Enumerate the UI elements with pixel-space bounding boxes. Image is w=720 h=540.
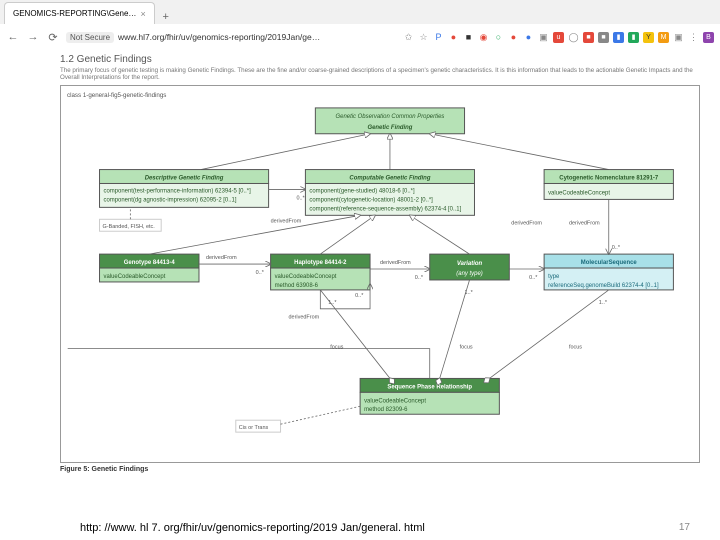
lbl-os-2: 1..* xyxy=(465,290,474,296)
footer-url: http: //www. hl 7. org/fhir/uv/genomics-… xyxy=(80,522,425,534)
lbl-zs-2: 0..* xyxy=(612,245,621,251)
seqphase-l1: valueCodeableConcept xyxy=(364,398,426,404)
url-text: www.hl7.org/fhir/uv/genomics-reporting/2… xyxy=(118,32,320,42)
haplotype-l2: method 63908-6 xyxy=(275,283,319,289)
ext-icon-8[interactable]: u xyxy=(553,32,564,43)
ext-icon-6[interactable]: ● xyxy=(523,32,534,43)
back-button[interactable]: ← xyxy=(6,30,20,44)
page-number: 17 xyxy=(679,522,690,534)
seqphase-title: Sequence Phase Relationship xyxy=(387,384,472,390)
computable-l3: component(reference-sequence-assembly) 6… xyxy=(309,206,461,212)
section-title: 1.2 Genetic Findings xyxy=(60,54,700,65)
root-head1: Genetic Observation Common Properties xyxy=(336,114,445,120)
haplotype-title: Haplotype 84414-2 xyxy=(294,260,347,266)
ext-p-icon[interactable]: P xyxy=(433,32,444,43)
ext-icon-3[interactable]: ◉ xyxy=(478,32,489,43)
lbl-zs-6: 0..* xyxy=(529,275,538,281)
computable-l1: component(gene-studied) 48018-6 [0..*] xyxy=(309,188,415,194)
ext-icon-7[interactable]: ▣ xyxy=(538,32,549,43)
ext-icon-16[interactable]: ▣ xyxy=(673,32,684,43)
variation-title: Variation xyxy=(457,261,483,267)
tab-title: GENOMICS-REPORTING\Gene… xyxy=(13,9,136,18)
ext-icon-1[interactable]: ● xyxy=(448,32,459,43)
group-label: class 1-general-fig5-genetic-findings xyxy=(67,92,166,99)
lbl-zs-3: 0..* xyxy=(256,270,265,276)
lbl-zs-4: 0..* xyxy=(355,293,364,299)
close-tab-icon[interactable]: × xyxy=(140,9,145,19)
molseq-title: MolecularSequence xyxy=(581,260,638,266)
descriptive-note: G-Banded, FISH, etc. xyxy=(103,224,156,230)
page-content: 1.2 Genetic Findings The primary focus o… xyxy=(0,50,720,473)
addr-icons: ✩ ☆ P ● ■ ◉ ○ ● ● ▣ u ◯ ■ ■ ▮ ▮ Y M ▣ ⋮ … xyxy=(403,32,714,43)
lbl-derivedFrom-3: derivedFrom xyxy=(206,255,237,261)
cytonomen-l1: valueCodeableConcept xyxy=(548,190,610,196)
computable-l2: component(cytogenetic-location) 48001-2 … xyxy=(309,197,433,203)
lbl-focus-1: focus xyxy=(330,344,343,350)
lbl-zs-5: 0..* xyxy=(415,275,424,281)
ext-icon-12[interactable]: ▮ xyxy=(613,32,624,43)
molseq-l2: referenceSeq.genomeBuild 62374-4 [0..1] xyxy=(548,283,659,289)
figure-caption: Figure 5: Genetic Findings xyxy=(60,466,700,473)
section-description: The primary focus of genetic testing is … xyxy=(60,67,700,82)
descriptive-l2: component(dg agnostic-impression) 62095-… xyxy=(104,197,237,203)
lbl-derivedFrom-4: derivedFrom xyxy=(288,315,319,321)
ext-icon-10[interactable]: ■ xyxy=(583,32,594,43)
lbl-os-1: 1..* xyxy=(328,300,337,306)
lbl-focus-3: focus xyxy=(569,344,582,350)
ext-icon-2[interactable]: ■ xyxy=(463,32,474,43)
ext-icon-9[interactable]: ◯ xyxy=(568,32,579,43)
browser-tab[interactable]: GENOMICS-REPORTING\Gene… × xyxy=(4,2,155,24)
ext-icon-11[interactable]: ■ xyxy=(598,32,609,43)
seqphase-note: Cis or Trans xyxy=(239,425,269,431)
lbl-os-3: 1..* xyxy=(599,300,608,306)
computable-title: Computable Genetic Finding xyxy=(349,175,430,181)
tab-bar: GENOMICS-REPORTING\Gene… × + xyxy=(0,0,720,24)
descriptive-title: Descriptive Genetic Finding xyxy=(145,175,224,181)
ext-icon-5[interactable]: ● xyxy=(508,32,519,43)
lbl-focus-2: focus xyxy=(460,344,473,350)
lbl-derivedFrom-5: derivedFrom xyxy=(380,260,411,266)
menu-icon[interactable]: ⋮ xyxy=(688,32,699,43)
forward-button[interactable]: → xyxy=(26,30,40,44)
ext-icon-13[interactable]: ▮ xyxy=(628,32,639,43)
ext-icon-14[interactable]: Y xyxy=(643,32,654,43)
lbl-zs-1: 0..* xyxy=(296,195,305,201)
molseq-l1: type xyxy=(548,274,560,280)
address-bar: ← → ⟳ Not Secure www.hl7.org/fhir/uv/gen… xyxy=(0,24,720,50)
bookmark-icon[interactable]: ☆ xyxy=(418,32,429,43)
root-head2: Genetic Finding xyxy=(367,125,412,131)
new-tab-button[interactable]: + xyxy=(159,10,173,24)
haplotype-l1: valueCodeableConcept xyxy=(275,274,337,280)
search-star-icon[interactable]: ✩ xyxy=(403,32,414,43)
footer: http: //www. hl 7. org/fhir/uv/genomics-… xyxy=(0,520,720,536)
genotype-l1: valueCodeableConcept xyxy=(104,274,166,280)
lbl-derivedFrom-2: derivedFrom xyxy=(569,220,600,226)
variation-sub: (any type) xyxy=(456,271,482,277)
lbl-derivedFrom-6: derivedFrom xyxy=(511,220,542,226)
url-container[interactable]: Not Secure www.hl7.org/fhir/uv/genomics-… xyxy=(66,32,320,43)
ext-icon-4[interactable]: ○ xyxy=(493,32,504,43)
descriptive-l1: component(test-performance-information) … xyxy=(104,188,252,194)
cytonomen-title: Cytogenetic Nomenclature 81291-7 xyxy=(559,175,659,181)
seqphase-l2: method 82309-6 xyxy=(364,407,408,413)
ext-icon-15[interactable]: M xyxy=(658,32,669,43)
profile-icon[interactable]: B xyxy=(703,32,714,43)
security-badge: Not Secure xyxy=(66,32,114,43)
uml-diagram: class 1-general-fig5-genetic-findings Ge… xyxy=(60,85,700,463)
lbl-derivedFrom-1: derivedFrom xyxy=(271,218,302,224)
reload-button[interactable]: ⟳ xyxy=(46,30,60,44)
browser-chrome: GENOMICS-REPORTING\Gene… × + ← → ⟳ Not S… xyxy=(0,0,720,50)
genotype-title: Genotype 84413-4 xyxy=(124,260,176,266)
